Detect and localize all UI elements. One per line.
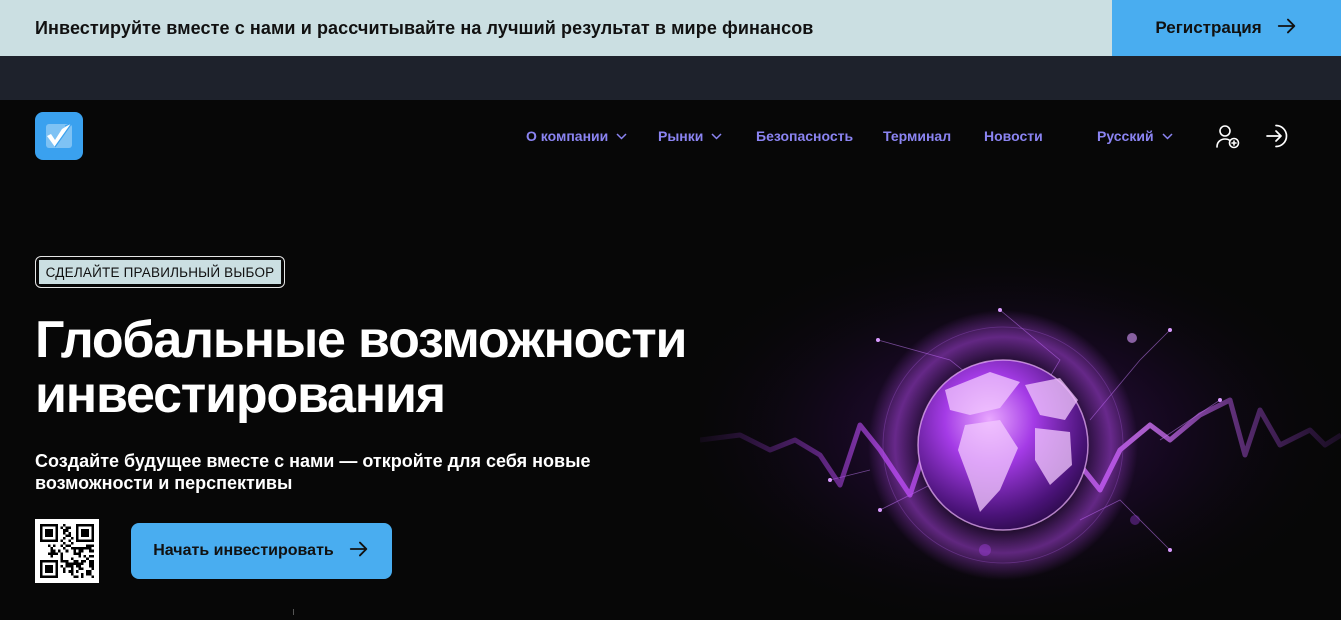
hero-title-line2: инвестирования: [35, 366, 446, 424]
register-button[interactable]: Регистрация: [1112, 0, 1341, 56]
nav-item-company[interactable]: О компании: [526, 128, 627, 144]
hero-title-line1: Глобальные возможности: [35, 311, 688, 369]
announcement-bar: Инвестируйте вместе с нами и рассчитывай…: [0, 0, 1341, 56]
globe-illustration: [699, 250, 1341, 615]
nav-item-terminal[interactable]: Терминал: [883, 128, 951, 144]
language-select[interactable]: Русский: [1097, 128, 1173, 144]
hero-subtitle: Создайте будущее вместе с нами — откройт…: [35, 451, 591, 493]
nav-item-label: Безопасность: [756, 128, 854, 144]
chevron-down-icon: [711, 132, 722, 140]
hero-title: Глобальные возможности инвестирования: [35, 313, 715, 423]
add-user-icon[interactable]: [1214, 122, 1242, 150]
language-label: Русский: [1097, 128, 1154, 144]
nav-item-markets[interactable]: Рынки: [658, 128, 722, 144]
register-label: Регистрация: [1155, 18, 1262, 37]
nav-item-news[interactable]: Новости: [984, 128, 1043, 144]
login-icon[interactable]: [1264, 122, 1292, 150]
dark-band: [0, 56, 1341, 100]
cta-label: Начать инвестировать: [153, 542, 334, 559]
chevron-down-icon: [616, 132, 627, 140]
announcement-text: Инвестируйте вместе с нами и рассчитывай…: [35, 18, 814, 38]
main-nav: О компании Рынки Безопасность Терминал Н…: [0, 100, 1341, 172]
logo-icon: [46, 121, 74, 148]
scroll-indicator: [293, 609, 294, 615]
logo[interactable]: [35, 112, 83, 160]
hero-badge-text: СДЕЛАЙТЕ ПРАВИЛЬНЫЙ ВЫБОР: [39, 260, 281, 284]
nav-item-label: Новости: [984, 128, 1043, 144]
nav-item-label: Терминал: [883, 128, 952, 144]
nav-item-security[interactable]: Безопасность: [756, 128, 853, 144]
start-investing-button[interactable]: Начать инвестировать: [131, 523, 392, 579]
arrow-right-icon: [1276, 15, 1298, 42]
chevron-down-icon: [1162, 132, 1173, 140]
arrow-right-icon: [348, 538, 370, 565]
qr-code: [35, 519, 99, 583]
hero-badge: СДЕЛАЙТЕ ПРАВИЛЬНЫЙ ВЫБОР: [35, 256, 285, 288]
nav-item-label: О компании: [526, 128, 609, 144]
nav-item-label: Рынки: [658, 128, 704, 144]
